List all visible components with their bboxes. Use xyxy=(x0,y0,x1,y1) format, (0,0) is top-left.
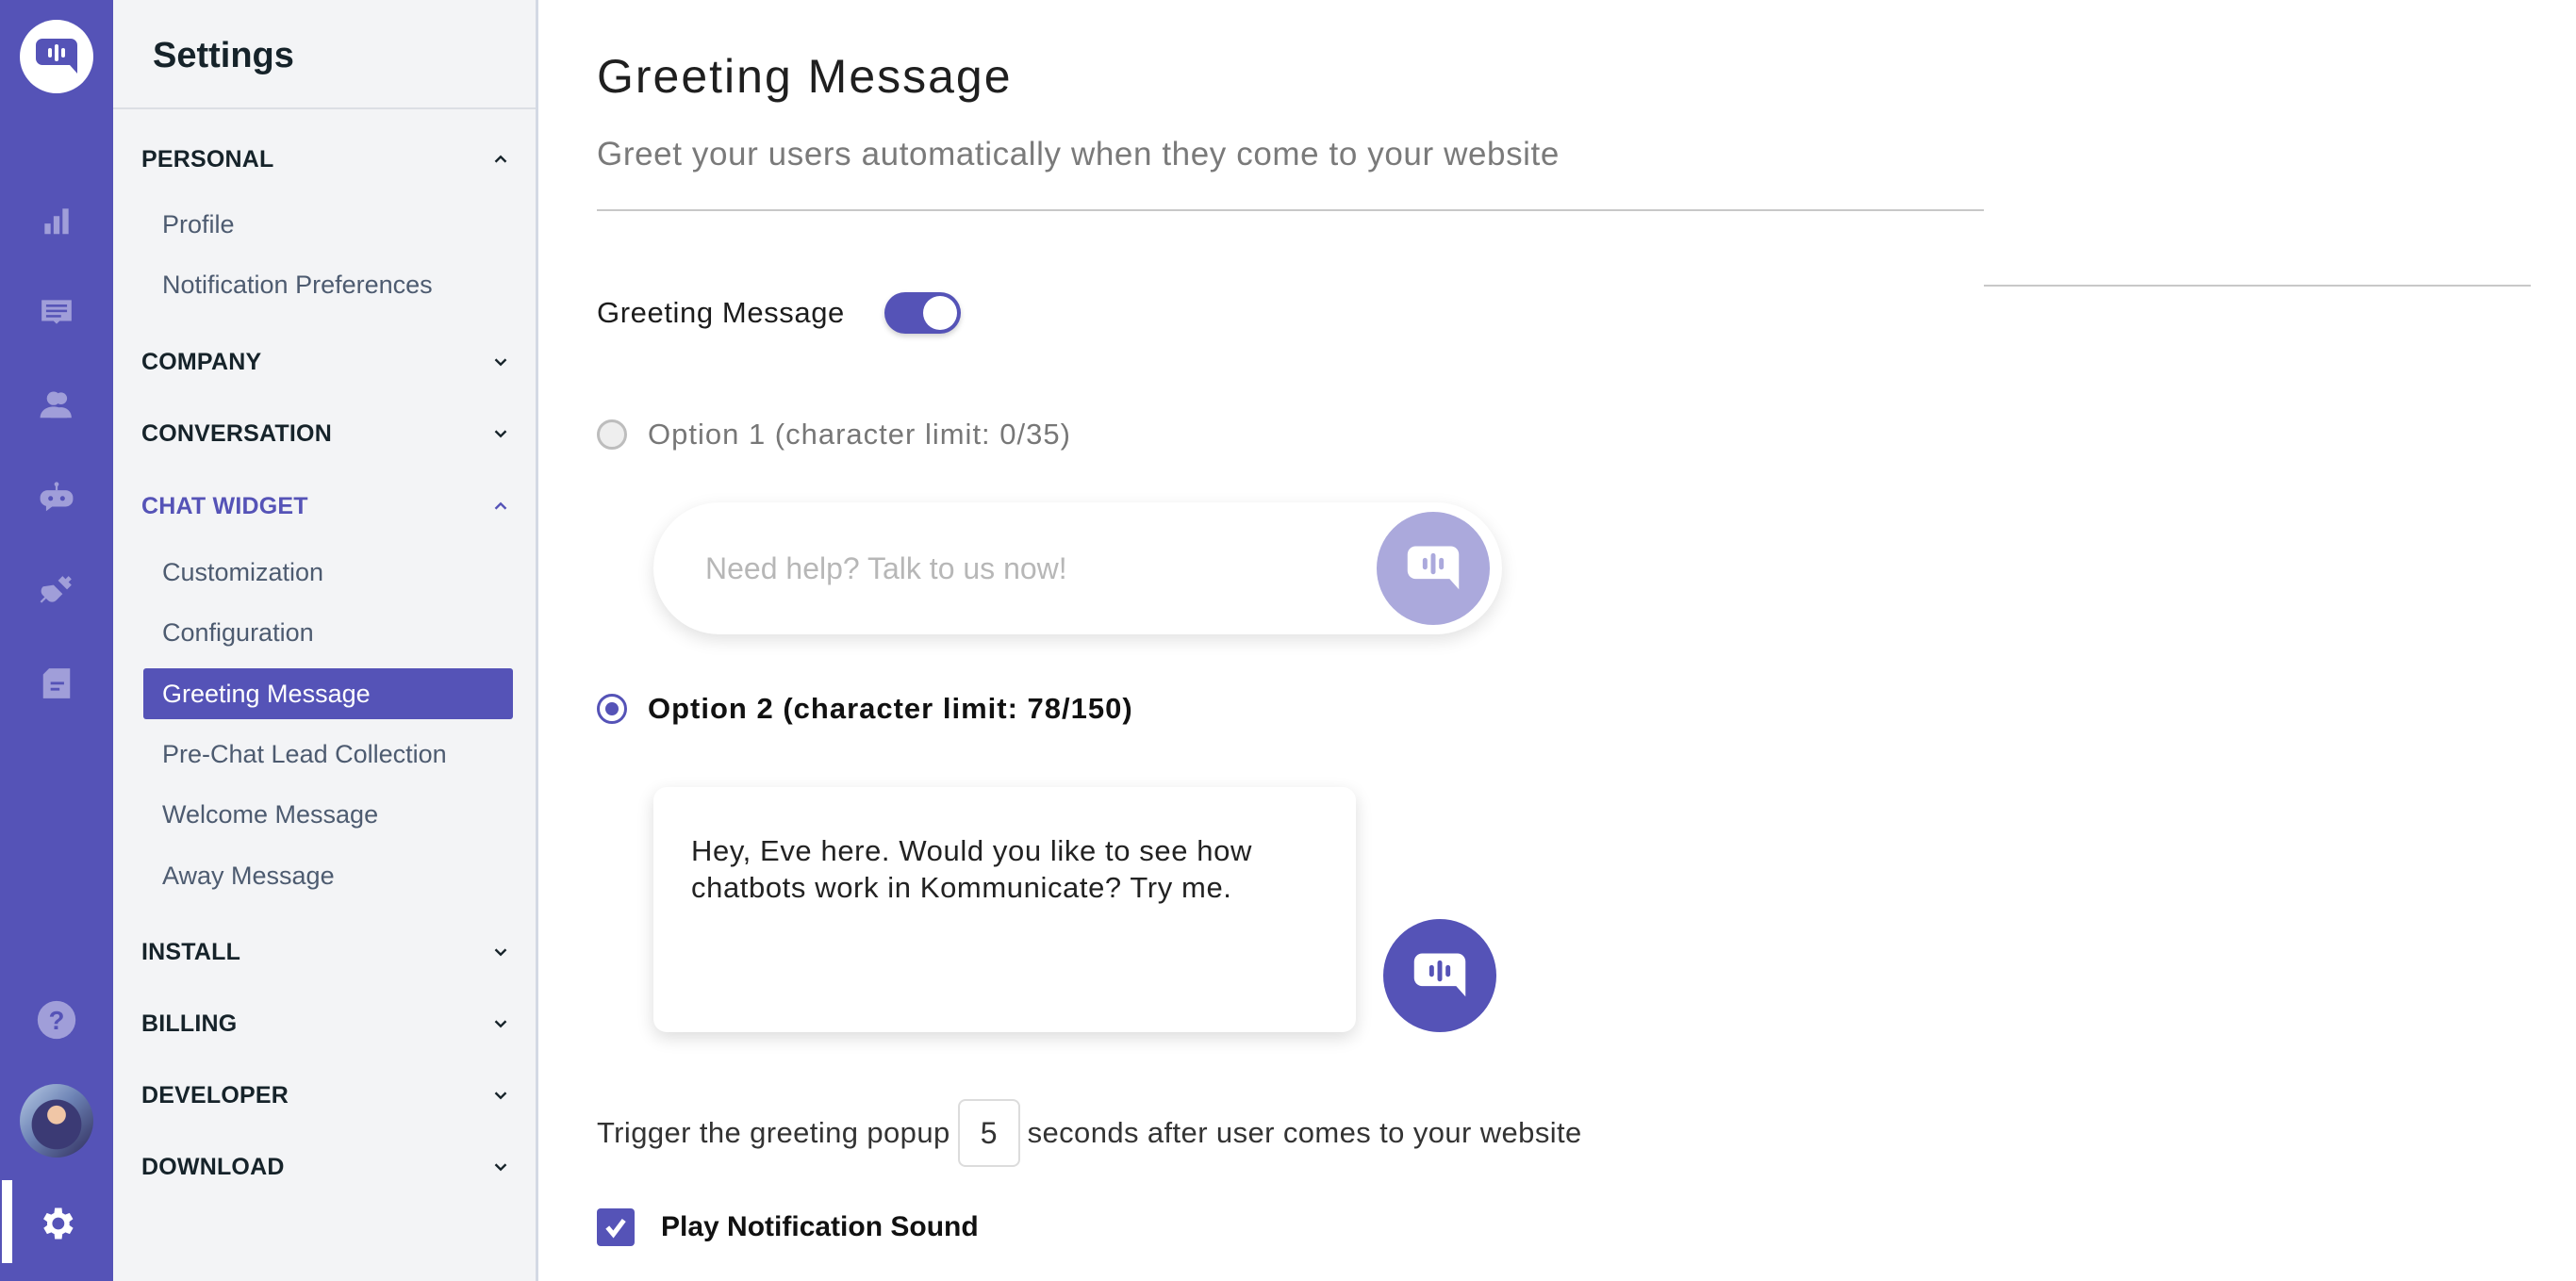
trigger-seconds-input[interactable] xyxy=(957,1099,1020,1167)
chevron-down-icon xyxy=(490,1013,511,1034)
section-download[interactable]: DOWNLOAD xyxy=(141,1148,511,1186)
help-icon[interactable]: ? xyxy=(36,999,77,1041)
page-subtitle: Greet your users automatically when they… xyxy=(597,136,1560,172)
section-developer[interactable]: DEVELOPER xyxy=(141,1076,511,1114)
chevron-down-icon xyxy=(490,352,511,372)
active-indicator xyxy=(2,1180,12,1263)
option-2-textarea[interactable]: Hey, Eve here. Would you like to see how… xyxy=(691,832,1313,1002)
trigger-prefix: Trigger the greeting popup xyxy=(597,1116,950,1149)
section-label: INSTALL xyxy=(141,938,241,965)
svg-text:?: ? xyxy=(49,1006,65,1035)
chat-bubble-icon xyxy=(1413,953,1466,997)
chevron-down-icon xyxy=(490,1085,511,1106)
section-billing[interactable]: BILLING xyxy=(141,1005,511,1043)
sidebar-item-configuration[interactable]: Configuration xyxy=(143,607,513,658)
section-chat-widget[interactable]: CHAT WIDGET xyxy=(141,487,511,525)
section-label: PERSONAL xyxy=(141,145,274,172)
option-2-radio-row[interactable]: Option 2 (character limit: 78/150) xyxy=(597,692,1133,726)
chevron-up-icon xyxy=(490,496,511,517)
section-install[interactable]: INSTALL xyxy=(141,933,511,971)
trigger-delay-row: Trigger the greeting popup seconds after… xyxy=(597,1098,1582,1168)
chevron-down-icon xyxy=(490,423,511,444)
checkmark-icon xyxy=(605,1219,626,1239)
option-2-radio[interactable] xyxy=(597,694,627,724)
document-icon[interactable] xyxy=(38,665,75,702)
sidebar-item-customization[interactable]: Customization xyxy=(143,547,513,598)
toggle-knob xyxy=(922,296,957,330)
notification-sound-label: Play Notification Sound xyxy=(661,1211,979,1242)
users-icon[interactable] xyxy=(38,386,75,423)
option-2-preview: Hey, Eve here. Would you like to see how… xyxy=(653,787,1356,1032)
chat-launcher-preview xyxy=(1383,919,1496,1032)
trigger-suffix: seconds after user comes to your website xyxy=(1027,1116,1582,1149)
sidebar-item-profile[interactable]: Profile xyxy=(143,199,513,250)
section-label: DEVELOPER xyxy=(141,1081,289,1109)
plug-icon[interactable] xyxy=(38,572,75,610)
sidebar-item-notification-preferences[interactable]: Notification Preferences xyxy=(143,259,513,310)
user-avatar[interactable] xyxy=(20,1084,93,1158)
section-label: DOWNLOAD xyxy=(141,1153,285,1180)
sidebar-item-greeting-message[interactable]: Greeting Message xyxy=(143,668,513,719)
sidebar-title: Settings xyxy=(153,36,294,75)
option-1-radio-row[interactable]: Option 1 (character limit: 0/35) xyxy=(597,418,1071,452)
chat-bubble-icon xyxy=(1407,546,1460,590)
settings-sidebar: Settings PERSONAL Profile Notification P… xyxy=(113,0,538,1281)
bar-chart-icon[interactable] xyxy=(38,202,75,239)
chevron-down-icon xyxy=(490,1157,511,1177)
option-1-input[interactable] xyxy=(705,545,1309,592)
chat-launcher-preview xyxy=(1377,512,1490,625)
notification-sound-checkbox[interactable] xyxy=(597,1208,635,1246)
section-personal[interactable]: PERSONAL xyxy=(141,140,511,178)
section-label: BILLING xyxy=(141,1010,238,1037)
chevron-down-icon xyxy=(490,942,511,962)
greeting-toggle-row: Greeting Message xyxy=(597,290,961,336)
toggle-label: Greeting Message xyxy=(597,296,845,329)
chevron-up-icon xyxy=(490,149,511,170)
section-label: COMPANY xyxy=(141,348,262,375)
sidebar-item-welcome-message[interactable]: Welcome Message xyxy=(143,789,513,840)
option-2-label: Option 2 (character limit: 78/150) xyxy=(648,692,1133,725)
option-1-preview xyxy=(653,502,1502,634)
nav-rail: ? xyxy=(0,0,113,1281)
notification-sound-row[interactable]: Play Notification Sound xyxy=(597,1208,979,1246)
section-company[interactable]: COMPANY xyxy=(141,343,511,381)
gear-icon[interactable] xyxy=(36,1203,77,1244)
divider xyxy=(113,107,536,109)
divider xyxy=(1984,285,2531,287)
sidebar-item-away-message[interactable]: Away Message xyxy=(143,850,513,901)
page-title: Greeting Message xyxy=(597,50,1013,103)
divider xyxy=(597,209,1984,211)
sidebar-item-pre-chat-lead-collection[interactable]: Pre-Chat Lead Collection xyxy=(143,729,513,780)
greeting-message-toggle[interactable] xyxy=(883,292,961,334)
section-conversation[interactable]: CONVERSATION xyxy=(141,415,511,452)
section-label: CONVERSATION xyxy=(141,419,332,447)
kommunicate-logo-icon[interactable] xyxy=(20,20,93,93)
option-1-label: Option 1 (character limit: 0/35) xyxy=(648,418,1071,451)
section-label: CHAT WIDGET xyxy=(141,492,308,519)
greeting-message-page: Greeting Message Greet your users automa… xyxy=(597,0,2576,1281)
bot-icon[interactable] xyxy=(38,479,75,517)
option-1-radio[interactable] xyxy=(597,419,627,450)
chat-message-icon[interactable] xyxy=(38,293,75,331)
